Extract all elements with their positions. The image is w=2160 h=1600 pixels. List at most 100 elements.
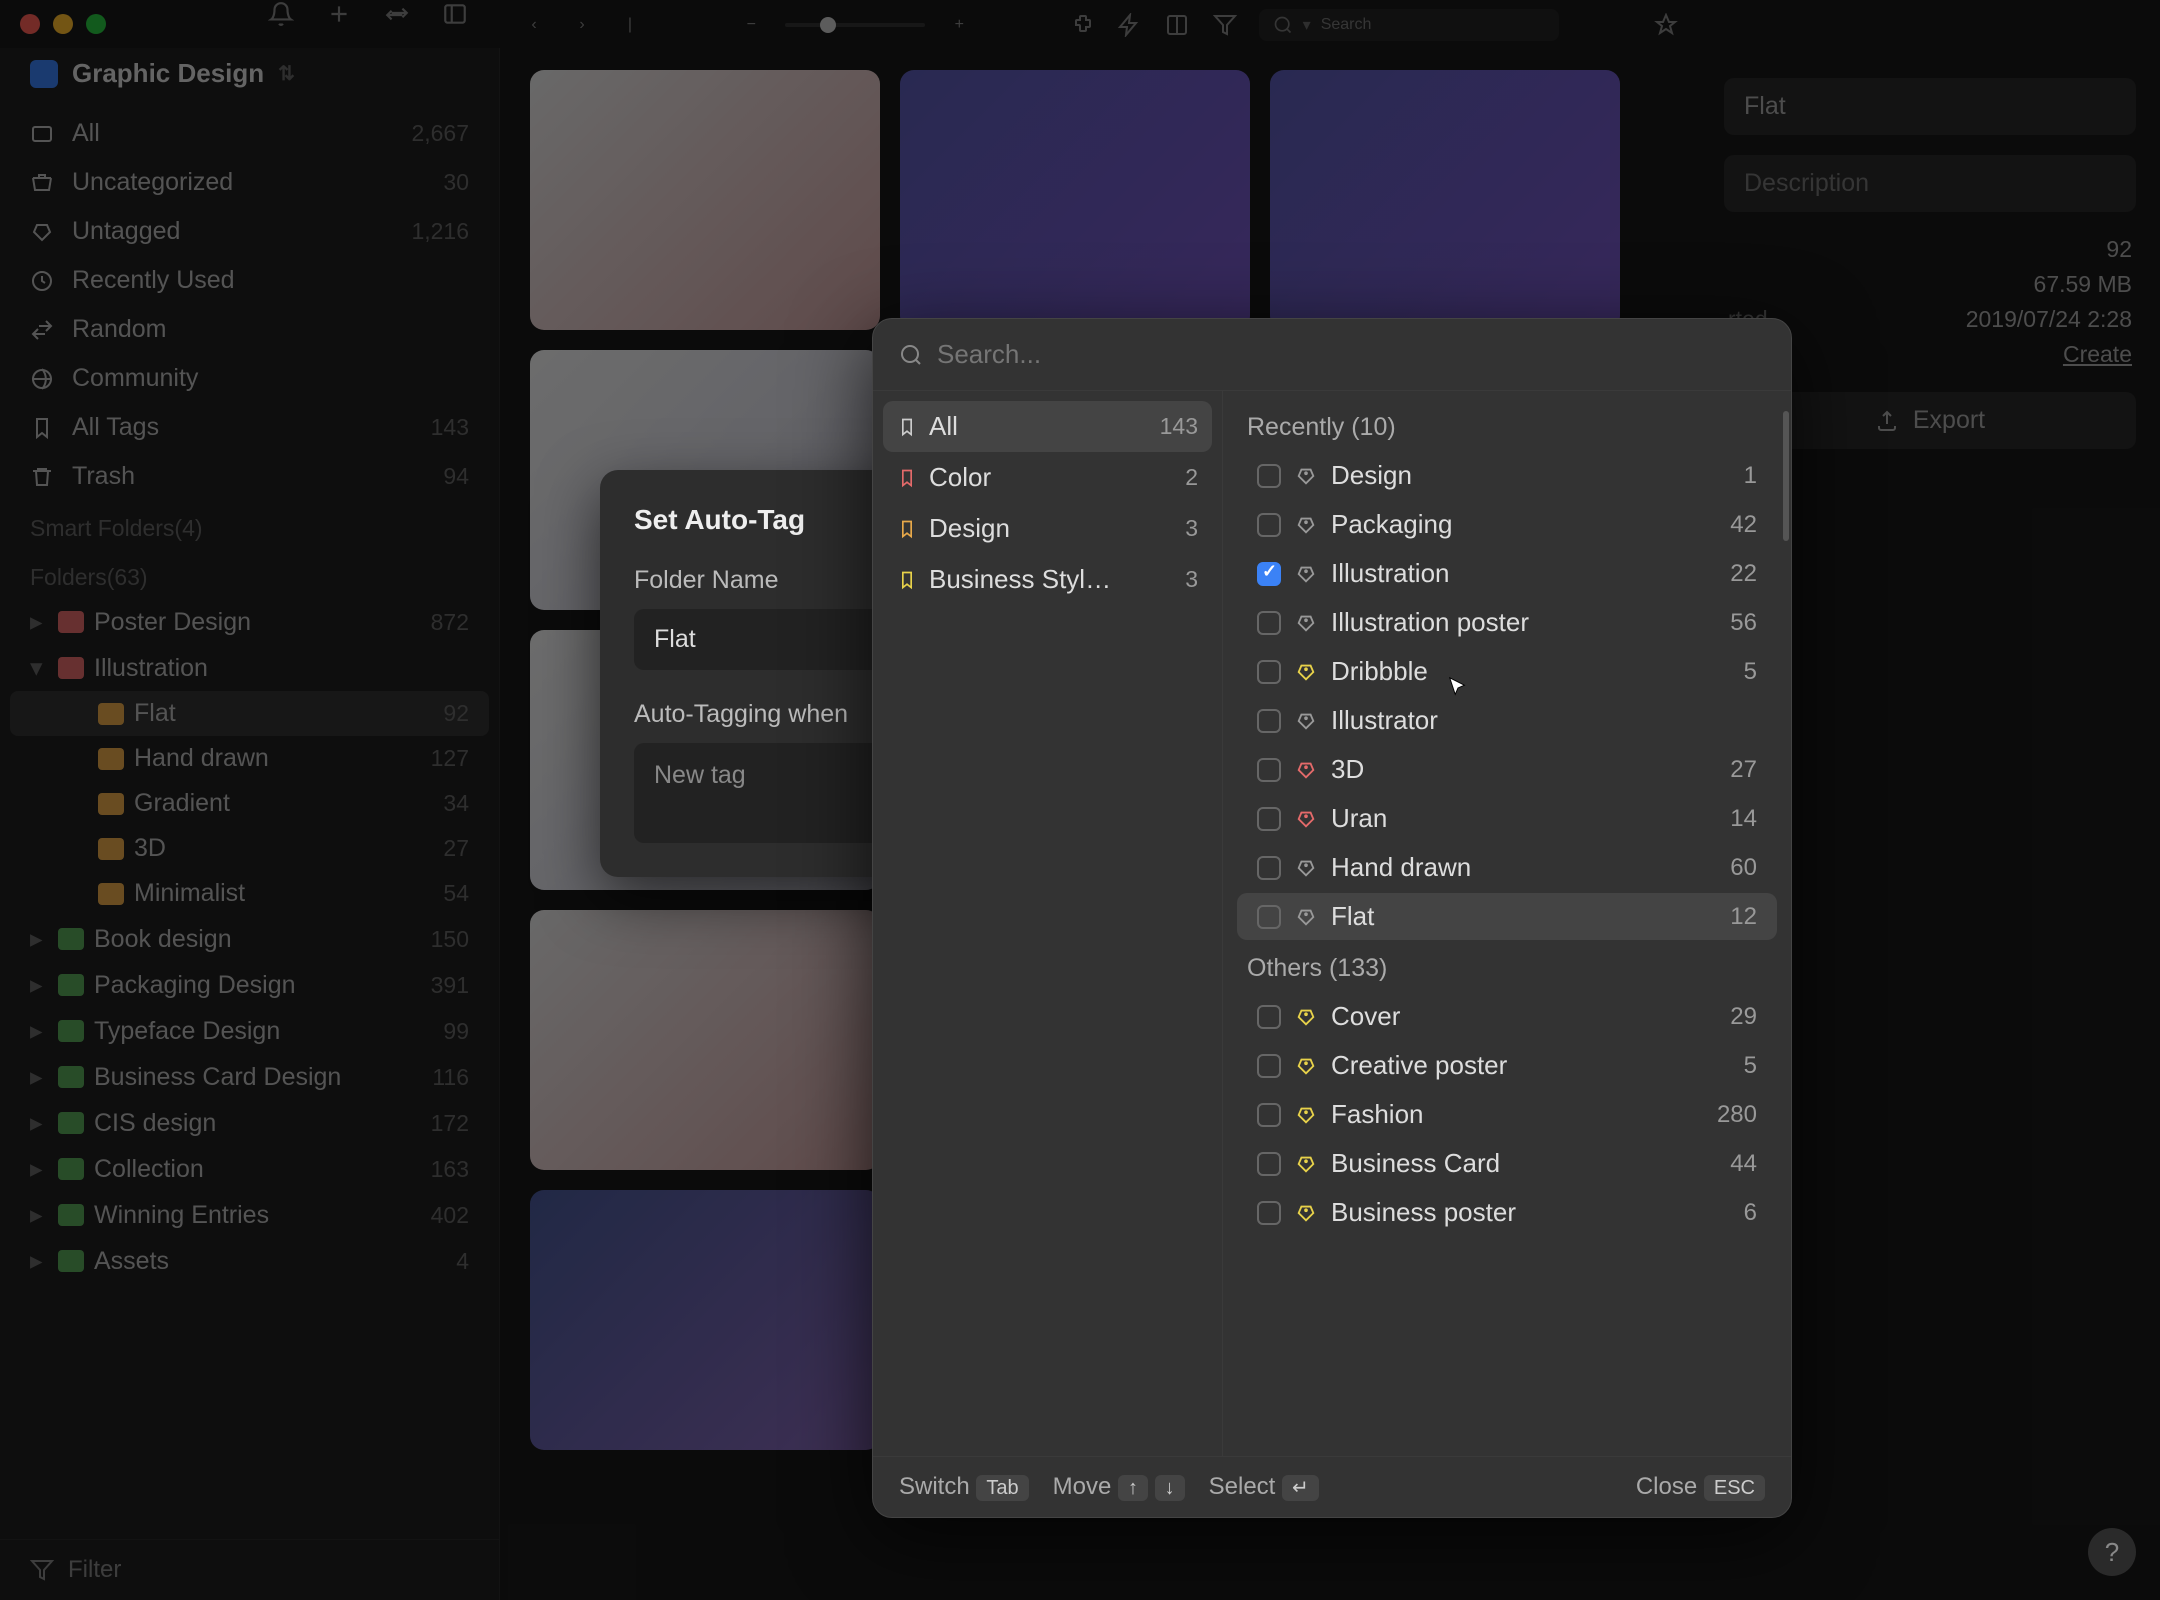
- back-icon[interactable]: ‹: [520, 11, 548, 39]
- folder-collection[interactable]: ▸Collection163: [0, 1146, 499, 1192]
- checkbox[interactable]: [1257, 464, 1281, 488]
- disclosure-icon[interactable]: ▸: [30, 1016, 48, 1046]
- disclosure-icon[interactable]: ▸: [30, 1062, 48, 1092]
- disclosure-icon[interactable]: ▾: [30, 653, 48, 683]
- filter-icon[interactable]: [1211, 11, 1239, 39]
- checkbox[interactable]: [1257, 611, 1281, 635]
- tag-fashion[interactable]: Fashion280: [1237, 1091, 1777, 1138]
- tag-cover[interactable]: Cover29: [1237, 993, 1777, 1040]
- thumbnail[interactable]: [530, 1190, 880, 1450]
- folders-header[interactable]: Folders(63): [0, 550, 499, 599]
- tag-design[interactable]: Design1: [1237, 452, 1777, 499]
- sidebar-toggle-icon[interactable]: [441, 0, 469, 28]
- disclosure-icon[interactable]: ▸: [30, 970, 48, 1000]
- folder-illustration[interactable]: ▾Illustration: [0, 645, 499, 691]
- checkbox[interactable]: [1257, 856, 1281, 880]
- folder-flat[interactable]: Flat92: [10, 691, 489, 736]
- checkbox[interactable]: [1257, 513, 1281, 537]
- folder-gradient[interactable]: Gradient34: [0, 781, 499, 826]
- sidebar-item-all-tags[interactable]: All Tags143: [0, 403, 499, 452]
- folder-3d[interactable]: 3D27: [0, 826, 499, 871]
- checkbox[interactable]: [1257, 709, 1281, 733]
- tag-packaging[interactable]: Packaging42: [1237, 501, 1777, 548]
- forward-icon[interactable]: ›: [568, 11, 596, 39]
- tag-3d[interactable]: 3D27: [1237, 746, 1777, 793]
- sidebar-item-untagged[interactable]: Untagged1,216: [0, 207, 499, 256]
- sidebar-item-recently-used[interactable]: Recently Used: [0, 256, 499, 305]
- bolt-icon[interactable]: [1115, 11, 1143, 39]
- tag-illustration-poster[interactable]: Illustration poster56: [1237, 599, 1777, 646]
- tag-business-card[interactable]: Business Card44: [1237, 1140, 1777, 1187]
- bell-icon[interactable]: [267, 0, 295, 28]
- transfer-icon[interactable]: [383, 0, 411, 28]
- thumbnail[interactable]: [530, 70, 880, 330]
- inspector-description[interactable]: Description: [1724, 155, 2136, 212]
- disclosure-icon[interactable]: ▸: [30, 1200, 48, 1230]
- help-button[interactable]: ?: [2088, 1528, 2136, 1576]
- folder-minimalist[interactable]: Minimalist54: [0, 871, 499, 916]
- scrollbar[interactable]: [1783, 411, 1789, 541]
- checkbox[interactable]: [1257, 758, 1281, 782]
- sidebar-item-community[interactable]: Community: [0, 354, 499, 403]
- tag-creative-poster[interactable]: Creative poster5: [1237, 1042, 1777, 1089]
- pin-icon[interactable]: [1652, 11, 1680, 39]
- sidebar-item-trash[interactable]: Trash94: [0, 452, 499, 501]
- folder-book-design[interactable]: ▸Book design150: [0, 916, 499, 962]
- sidebar-item-random[interactable]: Random: [0, 305, 499, 354]
- tag-illustration[interactable]: Illustration22: [1237, 550, 1777, 597]
- thumbnail[interactable]: [530, 910, 880, 1170]
- tag-flat[interactable]: Flat12: [1237, 893, 1777, 940]
- folder-packaging-design[interactable]: ▸Packaging Design391: [0, 962, 499, 1008]
- folder-poster-design[interactable]: ▸Poster Design872: [0, 599, 499, 645]
- folder-typeface-design[interactable]: ▸Typeface Design99: [0, 1008, 499, 1054]
- disclosure-icon[interactable]: ▸: [30, 1108, 48, 1138]
- inspector-title[interactable]: Flat: [1724, 78, 2136, 135]
- checkbox[interactable]: [1257, 807, 1281, 831]
- folder-business-card-design[interactable]: ▸Business Card Design116: [0, 1054, 499, 1100]
- row-value[interactable]: Create: [2063, 341, 2132, 368]
- category-business-styl-[interactable]: Business Styl…3: [883, 554, 1212, 605]
- zoom-in-icon[interactable]: +: [945, 11, 973, 39]
- plus-icon[interactable]: [325, 0, 353, 28]
- thumbnail[interactable]: [900, 70, 1250, 330]
- category-color[interactable]: Color2: [883, 452, 1212, 503]
- extension-icon[interactable]: [1067, 11, 1095, 39]
- tag-business-poster[interactable]: Business poster6: [1237, 1189, 1777, 1236]
- zoom-out-icon[interactable]: −: [737, 11, 765, 39]
- checkbox[interactable]: [1257, 1054, 1281, 1078]
- checkbox[interactable]: [1257, 562, 1281, 586]
- checkbox[interactable]: [1257, 1005, 1281, 1029]
- tag-dribbble[interactable]: Dribbble5: [1237, 648, 1777, 695]
- disclosure-icon[interactable]: ▸: [30, 1154, 48, 1184]
- sidebar-item-uncategorized[interactable]: Uncategorized30: [0, 158, 499, 207]
- disclosure-icon[interactable]: ▸: [30, 924, 48, 954]
- smart-folders-header[interactable]: Smart Folders(4): [0, 501, 499, 550]
- category-design[interactable]: Design3: [883, 503, 1212, 554]
- search-dropdown-icon[interactable]: ▾: [1303, 15, 1311, 35]
- folder-hand-drawn[interactable]: Hand drawn127: [0, 736, 499, 781]
- tag-uran[interactable]: Uran14: [1237, 795, 1777, 842]
- thumbnail[interactable]: [1270, 70, 1620, 330]
- tag-illustrator[interactable]: Illustrator: [1237, 697, 1777, 744]
- filter-bar[interactable]: Filter: [0, 1539, 499, 1600]
- disclosure-icon[interactable]: ▸: [30, 607, 48, 637]
- category-all[interactable]: All143: [883, 401, 1212, 452]
- workspace-selector[interactable]: Graphic Design ⇅: [0, 48, 499, 109]
- folder-winning-entries[interactable]: ▸Winning Entries402: [0, 1192, 499, 1238]
- checkbox[interactable]: [1257, 1201, 1281, 1225]
- folder-assets[interactable]: ▸Assets4: [0, 1238, 499, 1284]
- checkbox[interactable]: [1257, 1152, 1281, 1176]
- checkbox[interactable]: [1257, 1103, 1281, 1127]
- checkbox[interactable]: [1257, 660, 1281, 684]
- disclosure-icon[interactable]: ▸: [30, 1246, 48, 1276]
- layout-icon[interactable]: [1163, 11, 1191, 39]
- folder-count: 402: [431, 1202, 469, 1229]
- search-box[interactable]: ▾ Search: [1259, 9, 1559, 41]
- checkbox[interactable]: [1257, 905, 1281, 929]
- tag-hand-drawn[interactable]: Hand drawn60: [1237, 844, 1777, 891]
- folder-cis-design[interactable]: ▸CIS design172: [0, 1100, 499, 1146]
- zoom-slider[interactable]: [785, 23, 925, 27]
- sidebar-item-count: 30: [443, 169, 469, 196]
- sidebar-item-all[interactable]: All2,667: [0, 109, 499, 158]
- picker-search-input[interactable]: [937, 339, 1765, 370]
